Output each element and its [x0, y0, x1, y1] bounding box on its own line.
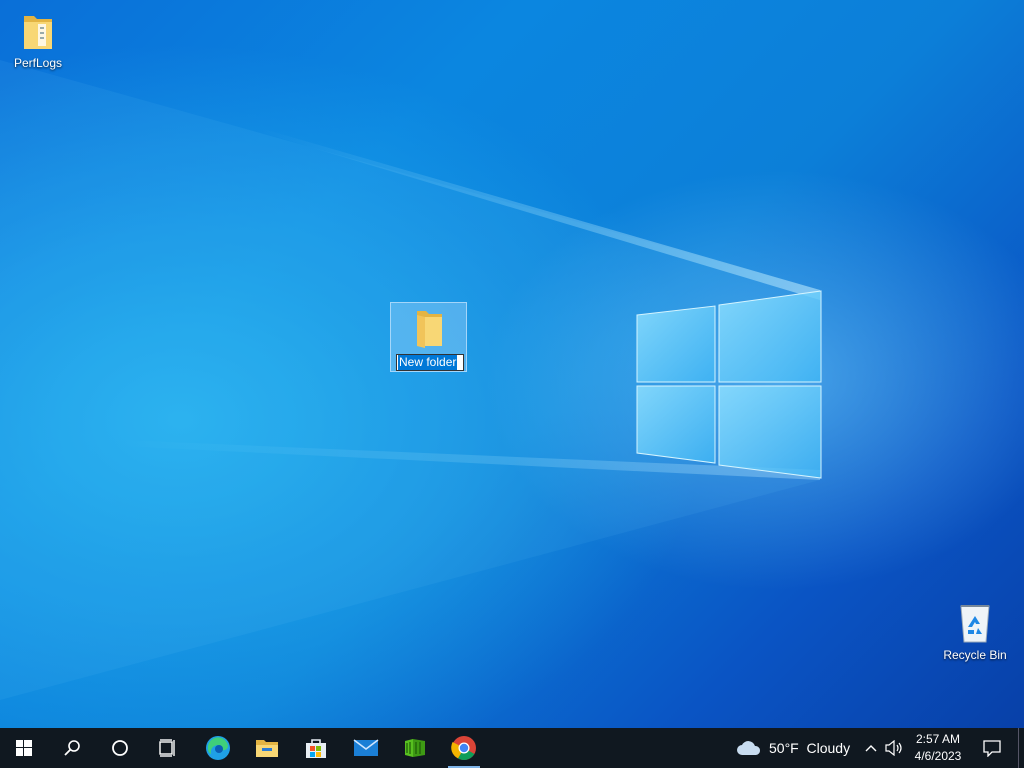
show-desktop-button[interactable] — [1018, 728, 1019, 768]
file-explorer-icon — [256, 740, 278, 757]
taskbar-edge[interactable] — [194, 728, 242, 768]
taskbar-file-explorer[interactable] — [243, 728, 291, 768]
task-view-icon — [159, 739, 175, 757]
desktop-icon-perflogs[interactable]: PerfLogs — [0, 10, 76, 70]
rename-input-text: New folder — [398, 355, 458, 370]
weather-temperature: 50°F — [769, 740, 799, 756]
store-icon — [306, 739, 326, 758]
clock-date: 4/6/2023 — [914, 749, 962, 763]
start-icon — [16, 740, 32, 756]
volume-icon — [885, 740, 902, 756]
desktop-icon-recycle-bin[interactable]: Recycle Bin — [937, 600, 1013, 662]
desktop-icon-new-folder[interactable]: New folder — [390, 302, 467, 372]
desktop-icon-label: PerfLogs — [13, 56, 63, 70]
edge-icon — [206, 736, 230, 760]
search-button[interactable] — [48, 728, 96, 768]
cortana-icon — [112, 740, 128, 756]
search-icon — [64, 740, 80, 756]
taskbar: 50°F Cloudy 2:57 AM 4/6/2023 — [0, 728, 1024, 768]
taskbar-minecraft[interactable] — [391, 728, 439, 768]
chrome-icon — [451, 736, 476, 761]
recycle-bin-icon — [960, 605, 990, 643]
chevron-up-icon — [865, 745, 877, 752]
task-view-button[interactable] — [144, 728, 192, 768]
cloud-icon — [737, 741, 761, 755]
clock-time: 2:57 AM — [915, 732, 961, 746]
taskbar-store[interactable] — [292, 728, 340, 768]
desktop-icon-label: Recycle Bin — [943, 648, 1007, 662]
weather-widget[interactable]: 50°F Cloudy — [769, 740, 850, 756]
folder-icon — [24, 16, 52, 49]
weather-condition: Cloudy — [806, 740, 851, 756]
show-hidden-icons-button[interactable] — [860, 728, 882, 768]
windows-logo-wallpaper — [636, 290, 822, 479]
action-center-button[interactable] — [972, 728, 1012, 768]
clock[interactable]: 2:57 AM 4/6/2023 — [906, 731, 970, 765]
folder-icon — [417, 311, 442, 348]
desktop[interactable]: PerfLogs New folder Recycle Bin — [0, 0, 1024, 728]
cortana-button[interactable] — [96, 728, 144, 768]
volume-button[interactable] — [882, 728, 906, 768]
minecraft-icon — [405, 739, 425, 757]
rename-input[interactable]: New folder — [396, 354, 464, 371]
start-button[interactable] — [0, 728, 48, 768]
notification-icon — [983, 740, 1001, 757]
mail-icon — [353, 739, 379, 756]
wallpaper-light-beams — [0, 60, 820, 700]
taskbar-chrome[interactable] — [440, 728, 488, 768]
taskbar-mail[interactable] — [342, 728, 390, 768]
